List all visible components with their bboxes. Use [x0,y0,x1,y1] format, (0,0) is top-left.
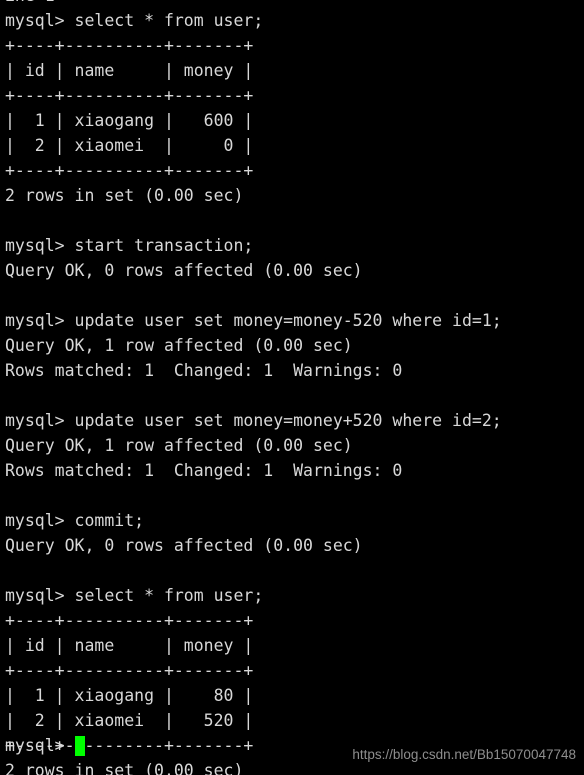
terminal-window[interactable]: ine 1 mysql> select * from user; +----+---… [0,0,584,775]
terminal-line: Query OK, 0 rows affected (0.00 sec) [5,536,363,555]
terminal-line: +----+----------+-------+ [5,661,254,680]
terminal-line: mysql> update user set money=money+520 w… [5,411,502,430]
terminal-line: mysql> commit; [5,511,145,530]
terminal-prompt-label: mysql> [5,736,75,755]
terminal-line: +----+----------+-------+ [5,161,254,180]
terminal-line: | 1 | xiaogang | 600 | [5,111,254,130]
terminal-line: Rows matched: 1 Changed: 1 Warnings: 0 [5,361,403,380]
terminal-line: | id | name | money | [5,61,254,80]
terminal-line: | 2 | xiaomei | 520 | [5,711,254,730]
terminal-line: Query OK, 1 row affected (0.00 sec) [5,436,353,455]
terminal-line: mysql> select * from user; [5,586,264,605]
terminal-line: +----+----------+-------+ [5,611,254,630]
terminal-line: mysql> select * from user; [5,11,264,30]
terminal-line: | id | name | money | [5,636,254,655]
terminal-line: mysql> start transaction; [5,236,254,255]
terminal-line: Query OK, 0 rows affected (0.00 sec) [5,261,363,280]
terminal-line: +----+----------+-------+ [5,36,254,55]
terminal-line: Query OK, 1 row affected (0.00 sec) [5,336,353,355]
terminal-cursor [74,735,85,756]
terminal-scrollback: ine 1 mysql> select * from user; +----+---… [5,0,502,775]
terminal-line-partial: ine 1 [5,0,502,8]
terminal-line: +----+----------+-------+ [5,86,254,105]
terminal-line: 2 rows in set (0.00 sec) [5,186,244,205]
terminal-prompt-row[interactable]: mysql> [5,733,85,758]
terminal-line: mysql> update user set money=money-520 w… [5,311,502,330]
terminal-line: | 1 | xiaogang | 80 | [5,686,254,705]
terminal-line: Rows matched: 1 Changed: 1 Warnings: 0 [5,461,403,480]
terminal-line: | 2 | xiaomei | 0 | [5,136,254,155]
watermark-url: https://blog.csdn.net/Bb15070047748 [352,747,576,762]
